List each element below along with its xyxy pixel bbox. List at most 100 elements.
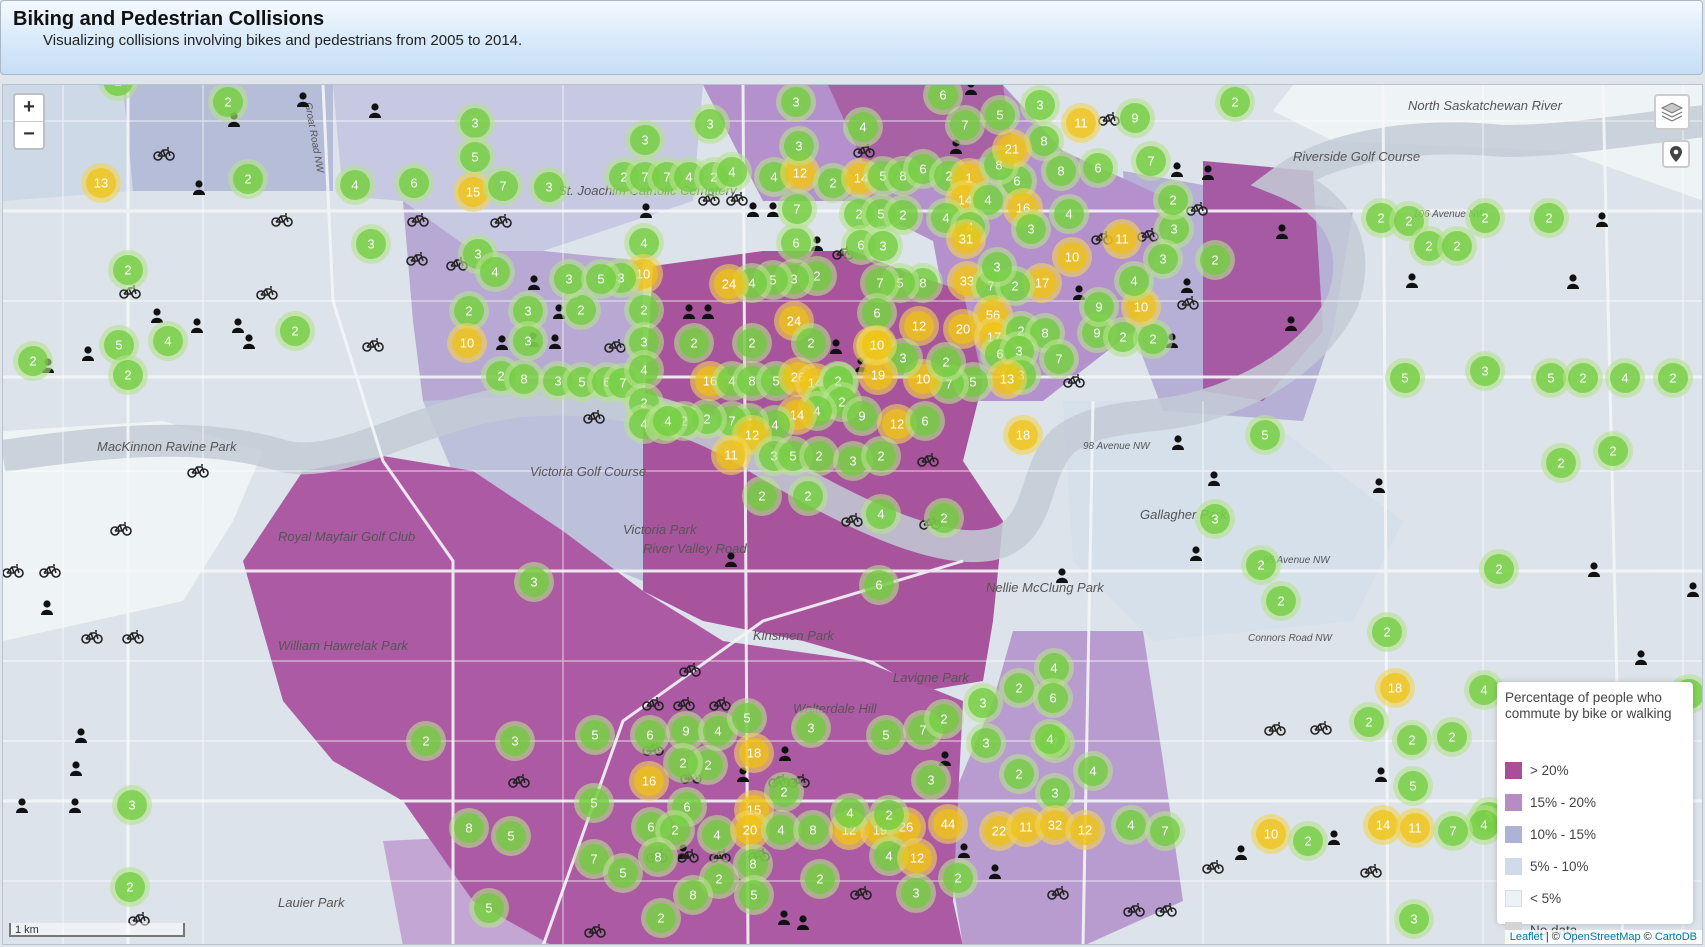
cluster-marker-small[interactable]: 9 bbox=[1079, 287, 1119, 327]
cluster-marker-small[interactable]: 2 bbox=[228, 159, 268, 199]
pedestrian-collision-icon[interactable] bbox=[1276, 224, 1288, 239]
pedestrian-collision-icon[interactable] bbox=[1635, 650, 1647, 665]
pedestrian-collision-icon[interactable] bbox=[702, 304, 714, 319]
cluster-marker-small[interactable]: 3 bbox=[963, 683, 1003, 723]
pedestrian-collision-icon[interactable] bbox=[1056, 568, 1068, 583]
cluster-marker-small[interactable]: 2 bbox=[1367, 612, 1407, 652]
cluster-marker-small[interactable]: 3 bbox=[791, 708, 831, 748]
bike-collision-icon[interactable] bbox=[642, 697, 664, 711]
cluster-marker-small[interactable]: 5 bbox=[575, 715, 615, 755]
pedestrian-collision-icon[interactable] bbox=[1588, 562, 1600, 577]
pedestrian-collision-icon[interactable] bbox=[75, 728, 87, 743]
cluster-marker-small[interactable]: 8 bbox=[638, 837, 678, 877]
cluster-marker-small[interactable]: 6 bbox=[905, 401, 945, 441]
pedestrian-collision-icon[interactable] bbox=[1567, 274, 1579, 289]
cluster-marker-small[interactable]: 6 bbox=[859, 565, 899, 605]
pedestrian-collision-icon[interactable] bbox=[369, 103, 381, 118]
cluster-marker-small[interactable]: 4 bbox=[335, 165, 375, 205]
cluster-marker-small[interactable]: 7 bbox=[1131, 141, 1171, 181]
pedestrian-collision-icon[interactable] bbox=[1328, 830, 1340, 845]
cluster-marker-large[interactable]: 10 bbox=[857, 325, 897, 365]
cluster-marker-small[interactable]: 4 bbox=[1114, 261, 1154, 301]
cluster-marker-small[interactable]: 5 bbox=[727, 698, 767, 738]
cluster-marker-small[interactable]: 3 bbox=[1195, 499, 1235, 539]
pedestrian-collision-icon[interactable] bbox=[297, 92, 309, 107]
pedestrian-collision-icon[interactable] bbox=[82, 346, 94, 361]
cluster-marker-small[interactable]: 2 bbox=[1465, 198, 1505, 238]
pedestrian-collision-icon[interactable] bbox=[1235, 845, 1247, 860]
cluster-marker-large[interactable]: 24 bbox=[709, 264, 749, 304]
pedestrian-collision-icon[interactable] bbox=[1202, 165, 1214, 180]
pedestrian-collision-icon[interactable] bbox=[725, 552, 737, 567]
cluster-marker-small[interactable]: 4 bbox=[1030, 719, 1070, 759]
cluster-marker-small[interactable]: 3 bbox=[351, 224, 391, 264]
pedestrian-collision-icon[interactable] bbox=[747, 202, 759, 217]
cluster-marker-small[interactable]: 5 bbox=[866, 715, 906, 755]
cluster-marker-small[interactable]: 5 bbox=[469, 888, 509, 928]
bike-collision-icon[interactable] bbox=[1155, 903, 1177, 917]
pedestrian-collision-icon[interactable] bbox=[640, 203, 652, 218]
cluster-marker-large[interactable]: 16 bbox=[629, 761, 669, 801]
zoom-in-button[interactable]: + bbox=[15, 95, 43, 121]
cluster-marker-small[interactable]: 5 bbox=[603, 853, 643, 893]
cluster-marker-small[interactable]: 8 bbox=[504, 359, 544, 399]
cluster-marker-small[interactable]: 7 bbox=[945, 105, 985, 145]
cluster-marker-small[interactable]: 5 bbox=[491, 816, 531, 856]
cluster-marker-small[interactable]: 2 bbox=[869, 795, 909, 835]
bike-collision-icon[interactable] bbox=[679, 663, 701, 677]
bike-collision-icon[interactable] bbox=[153, 147, 175, 161]
cluster-marker-small[interactable]: 2 bbox=[732, 323, 772, 363]
bike-collision-icon[interactable] bbox=[673, 697, 695, 711]
bike-collision-icon[interactable] bbox=[1310, 721, 1332, 735]
cluster-marker-small[interactable]: 6 bbox=[630, 715, 670, 755]
cluster-marker-small[interactable]: 3 bbox=[112, 785, 152, 825]
cluster-marker-small[interactable]: 2 bbox=[1288, 821, 1328, 861]
pedestrian-collision-icon[interactable] bbox=[1172, 435, 1184, 450]
cluster-marker-small[interactable]: 4 bbox=[1049, 194, 1089, 234]
pedestrian-collision-icon[interactable] bbox=[191, 318, 203, 333]
bike-collision-icon[interactable] bbox=[81, 630, 103, 644]
pedestrian-collision-icon[interactable] bbox=[1181, 278, 1193, 293]
cluster-marker-small[interactable]: 3 bbox=[1465, 351, 1505, 391]
cluster-marker-small[interactable]: 3 bbox=[1011, 209, 1051, 249]
cluster-marker-small[interactable]: 2 bbox=[791, 323, 831, 363]
cluster-marker-small[interactable]: 5 bbox=[574, 783, 614, 823]
bike-collision-icon[interactable] bbox=[850, 886, 872, 900]
cluster-marker-small[interactable]: 2 bbox=[1195, 240, 1235, 280]
cluster-marker-small[interactable]: 3 bbox=[966, 723, 1006, 763]
cluster-marker-small[interactable]: 4 bbox=[1073, 751, 1113, 791]
cluster-marker-small[interactable]: 2 bbox=[800, 859, 840, 899]
cluster-marker-small[interactable]: 2 bbox=[1593, 431, 1633, 471]
pedestrian-collision-icon[interactable] bbox=[683, 304, 695, 319]
cluster-marker-small[interactable]: 2 bbox=[1215, 85, 1255, 122]
bike-collision-icon[interactable] bbox=[39, 564, 61, 578]
cluster-marker-small[interactable]: 2 bbox=[674, 323, 714, 363]
bike-collision-icon[interactable] bbox=[1123, 903, 1145, 917]
cluster-marker-small[interactable]: 7 bbox=[777, 189, 817, 229]
cluster-marker-large[interactable]: 12 bbox=[1065, 810, 1105, 850]
pedestrian-collision-icon[interactable] bbox=[41, 600, 53, 615]
cluster-marker-small[interactable]: 5 bbox=[455, 137, 495, 177]
cluster-marker-small[interactable]: 4 bbox=[712, 152, 752, 192]
locate-control-button[interactable] bbox=[1662, 140, 1690, 168]
cluster-marker-large[interactable]: 13 bbox=[81, 163, 121, 203]
cluster-marker-small[interactable]: 2 bbox=[742, 476, 782, 516]
map-container[interactable]: North Saskatchewan River Riverside Golf … bbox=[2, 84, 1703, 945]
pedestrian-collision-icon[interactable] bbox=[779, 746, 791, 761]
cluster-marker-small[interactable]: 2 bbox=[663, 743, 703, 783]
bike-collision-icon[interactable] bbox=[1047, 886, 1069, 900]
bike-collision-icon[interactable] bbox=[726, 192, 748, 206]
zoom-out-button[interactable]: − bbox=[15, 121, 43, 148]
cluster-marker-small[interactable]: 4 bbox=[1111, 805, 1151, 845]
cluster-marker-small[interactable]: 2 bbox=[799, 436, 839, 476]
cluster-marker-large[interactable]: 11 bbox=[1061, 103, 1101, 143]
cluster-marker-small[interactable]: 2 bbox=[110, 867, 150, 907]
bike-collision-icon[interactable] bbox=[1264, 722, 1286, 736]
cluster-marker-small[interactable]: 2 bbox=[924, 699, 964, 739]
pedestrian-collision-icon[interactable] bbox=[1373, 478, 1385, 493]
pedestrian-collision-icon[interactable] bbox=[797, 915, 809, 930]
cluster-marker-large[interactable]: 10 bbox=[1251, 814, 1291, 854]
cluster-marker-small[interactable]: 3 bbox=[529, 167, 569, 207]
pedestrian-collision-icon[interactable] bbox=[151, 308, 163, 323]
cluster-marker-small[interactable]: 7 bbox=[1039, 339, 1079, 379]
